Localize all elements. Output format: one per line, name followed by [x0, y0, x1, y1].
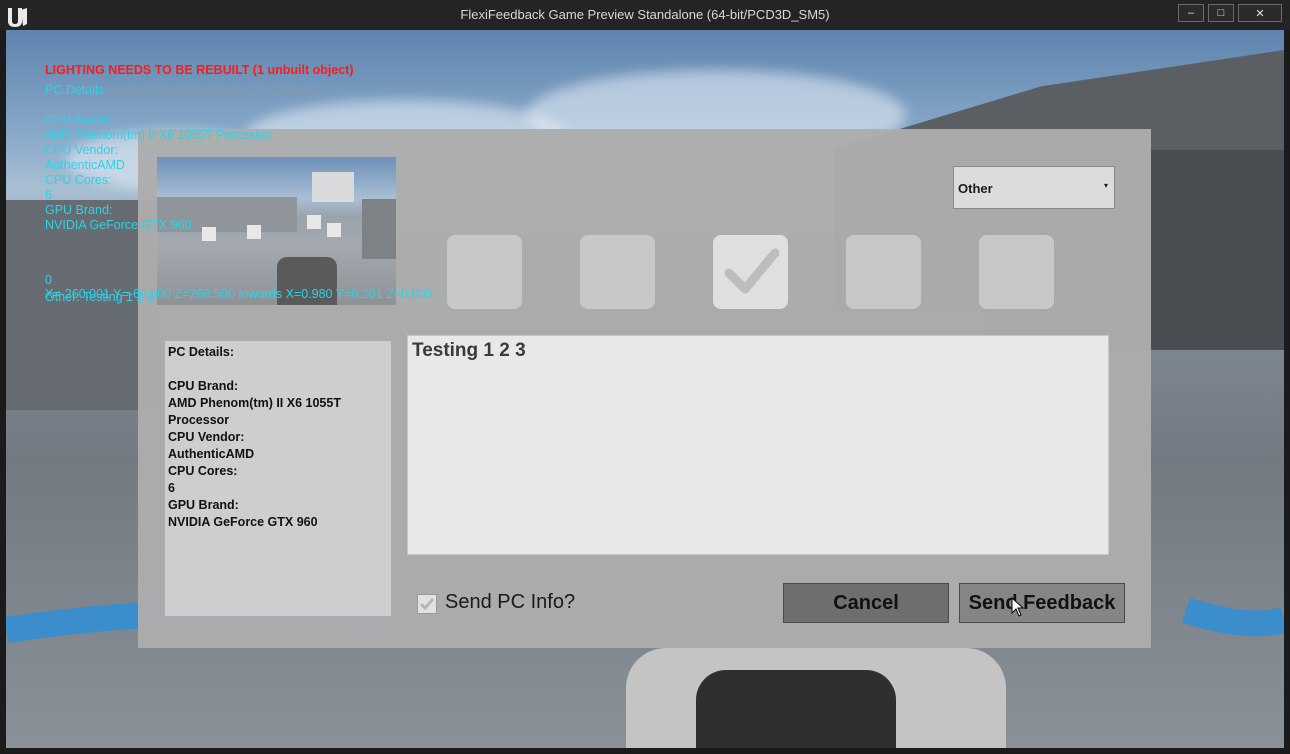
send-pc-info-label: Send PC Info?: [445, 591, 576, 613]
category-dropdown[interactable]: Other ▾: [953, 166, 1115, 209]
rating-option-4[interactable]: [846, 235, 921, 309]
mouse-cursor-icon: [1011, 597, 1025, 617]
window-title: FlexiFeedback Game Preview Standalone (6…: [460, 7, 830, 22]
checkmark-icon: [724, 248, 779, 294]
debug-zero: 0: [45, 273, 52, 287]
window-titlebar[interactable]: FlexiFeedback Game Preview Standalone (6…: [0, 0, 1290, 30]
debug-line: CPU Cores:: [45, 173, 112, 187]
debug-line: 6: [45, 188, 52, 202]
debug-other: Other: Testing 1 2 3: [45, 290, 154, 304]
minimize-button[interactable]: –: [1178, 4, 1204, 22]
rating-option-5[interactable]: [979, 235, 1054, 309]
debug-overlay: LIGHTING NEEDS TO BE REBUILT (1 unbuilt …: [45, 63, 354, 233]
close-button[interactable]: ✕: [1238, 4, 1282, 22]
rating-option-2[interactable]: [580, 235, 655, 309]
rating-option-3[interactable]: [713, 235, 788, 309]
debug-line: AuthenticAMD: [45, 158, 125, 172]
lighting-warning: LIGHTING NEEDS TO BE REBUILT (1 unbuilt …: [45, 63, 354, 77]
cancel-button[interactable]: Cancel: [783, 583, 949, 623]
debug-line: NVIDIA GeForce GTX 960: [45, 218, 192, 232]
send-pc-info-checkbox[interactable]: [417, 594, 437, 614]
category-selected: Other: [958, 181, 993, 196]
chevron-down-icon: ▾: [1103, 181, 1108, 190]
checkmark-icon: [420, 598, 434, 611]
debug-line: CPU Vendor:: [45, 143, 118, 157]
maximize-button[interactable]: □: [1208, 4, 1234, 22]
rating-option-1[interactable]: [447, 235, 522, 309]
debug-suppress-hint: isableAllScreenMessages' to suppress: [107, 83, 322, 97]
pc-details-box: PC Details: CPU Brand: AMD Phenom(tm) II…: [165, 341, 391, 616]
debug-line: GPU Brand:: [45, 203, 113, 217]
debug-line: AMD Phenom(tm) II X6 1055T Processor: [45, 128, 273, 142]
debug-pc-details-label: PC Details:: [45, 83, 108, 97]
debug-line: CPU Brand:: [45, 113, 112, 127]
feedback-text-input[interactable]: Testing 1 2 3: [407, 335, 1109, 555]
weapon-grip: [696, 670, 896, 748]
send-feedback-button[interactable]: Send Feedback: [959, 583, 1125, 623]
